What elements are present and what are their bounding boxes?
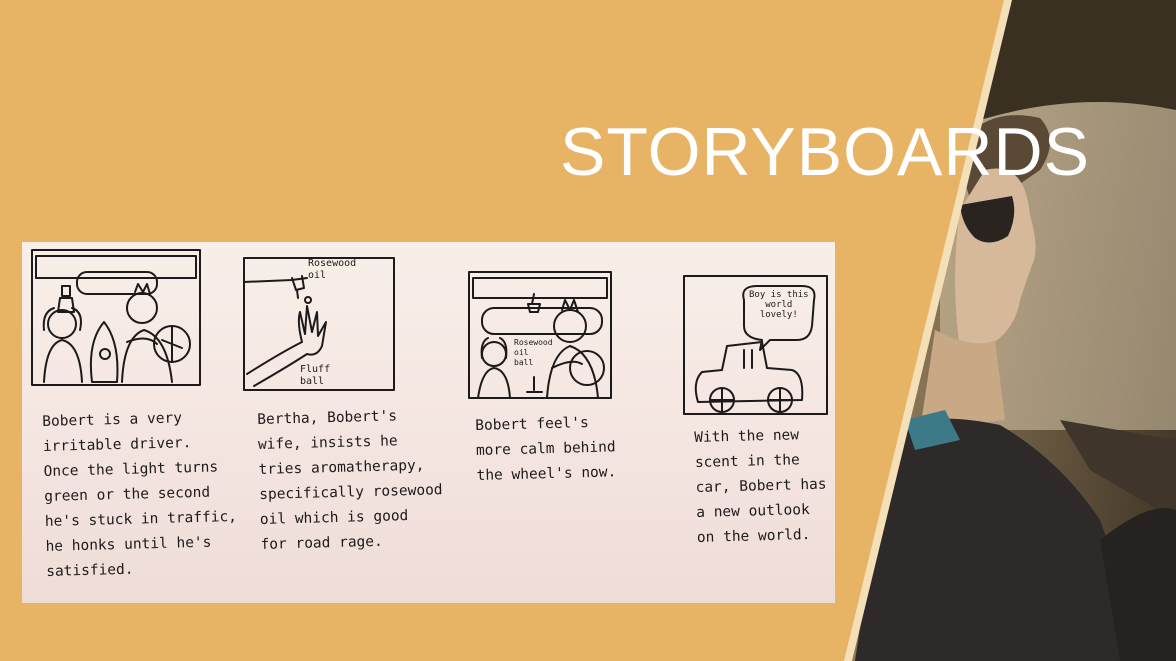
panel-2-caption: Bertha, Bobert's wife, insists he tries …: [257, 408, 443, 553]
panel-2-label-ball: Fluff ball: [300, 364, 331, 387]
panel-1-caption: Bobert is a very irritable driver. Once …: [42, 410, 238, 580]
panel-3-label-oil: Rosewood oil ball: [514, 338, 553, 367]
page-title: STORYBOARDS: [560, 114, 1090, 190]
slide: STORYBOARDS Rosewood oil Fluff ball Rose…: [0, 0, 1176, 661]
panel-4-speech-bubble: Boy is this world lovely!: [749, 290, 809, 320]
panel-3-sketch: [468, 271, 612, 399]
storyboard-sheet: Rosewood oil Fluff ball Rosewood oil bal…: [22, 242, 835, 603]
panel-2-label-oil: Rosewood oil: [308, 258, 357, 281]
panel-4-caption: With the new scent in the car, Bobert ha…: [694, 427, 827, 546]
panel-1-sketch: [31, 249, 201, 386]
panel-3-caption: Bobert feel's more calm behind the wheel…: [475, 415, 617, 484]
